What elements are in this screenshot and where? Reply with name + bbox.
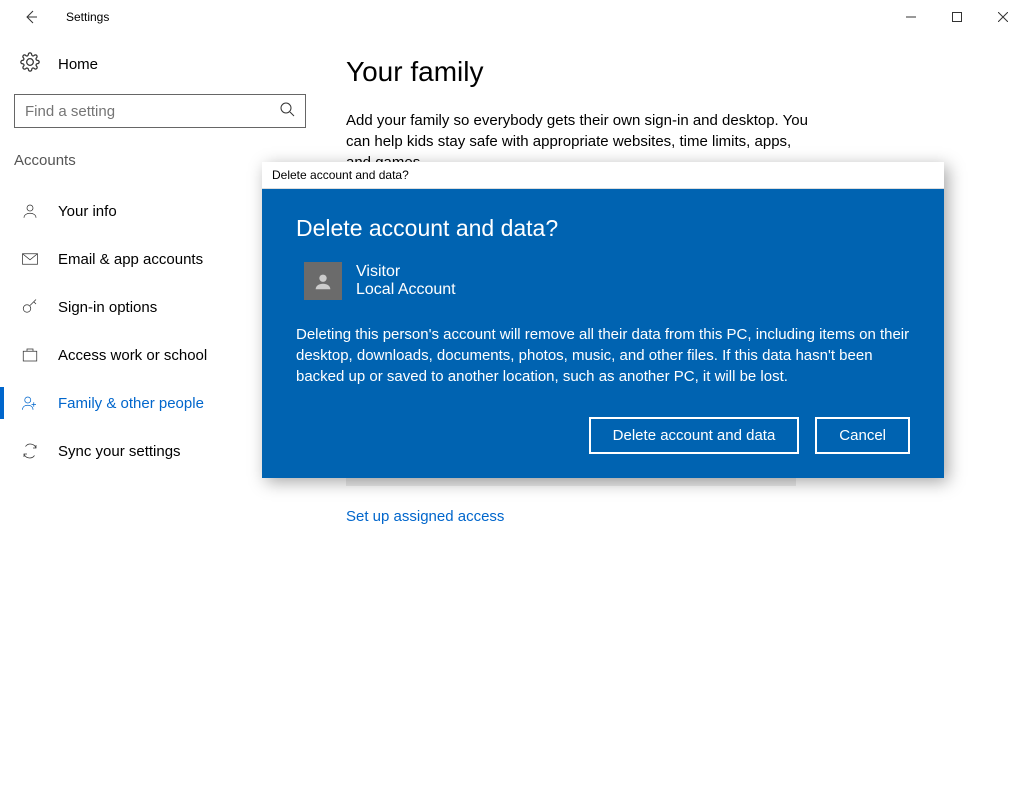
person-icon [20,202,40,220]
close-button[interactable] [980,0,1026,34]
nav-label: Family & other people [58,395,204,412]
nav-label: Your info [58,203,117,220]
nav-label: Sync your settings [58,443,181,460]
nav-label: Access work or school [58,347,207,364]
briefcase-icon [20,346,40,364]
assigned-access-link[interactable]: Set up assigned access [346,508,504,525]
home-label: Home [58,56,98,73]
dialog-title: Delete account and data? [296,215,910,242]
gear-icon [20,52,40,76]
dialog-user-type: Local Account [356,281,456,299]
nav-label: Email & app accounts [58,251,203,268]
people-icon [20,394,40,412]
dialog-user-name: Visitor [356,263,456,281]
window-title: Settings [66,10,109,24]
minimize-button[interactable] [888,0,934,34]
titlebar: Settings [0,0,1026,34]
confirm-delete-button[interactable]: Delete account and data [589,417,800,454]
dialog-warning: Deleting this person's account will remo… [296,324,910,387]
home-link[interactable]: Home [14,52,306,76]
dialog-header: Delete account and data? [262,162,944,189]
key-icon [20,298,40,316]
search-box[interactable] [14,94,306,128]
search-icon [279,101,295,122]
search-input[interactable] [25,103,279,120]
back-button[interactable] [14,9,48,25]
page-title: Your family [346,56,986,88]
delete-account-dialog: Delete account and data? Delete account … [262,162,944,478]
nav-label: Sign-in options [58,299,157,316]
dialog-avatar-icon [304,262,342,300]
sync-icon [20,442,40,460]
maximize-button[interactable] [934,0,980,34]
cancel-button[interactable]: Cancel [815,417,910,454]
mail-icon [20,250,40,268]
